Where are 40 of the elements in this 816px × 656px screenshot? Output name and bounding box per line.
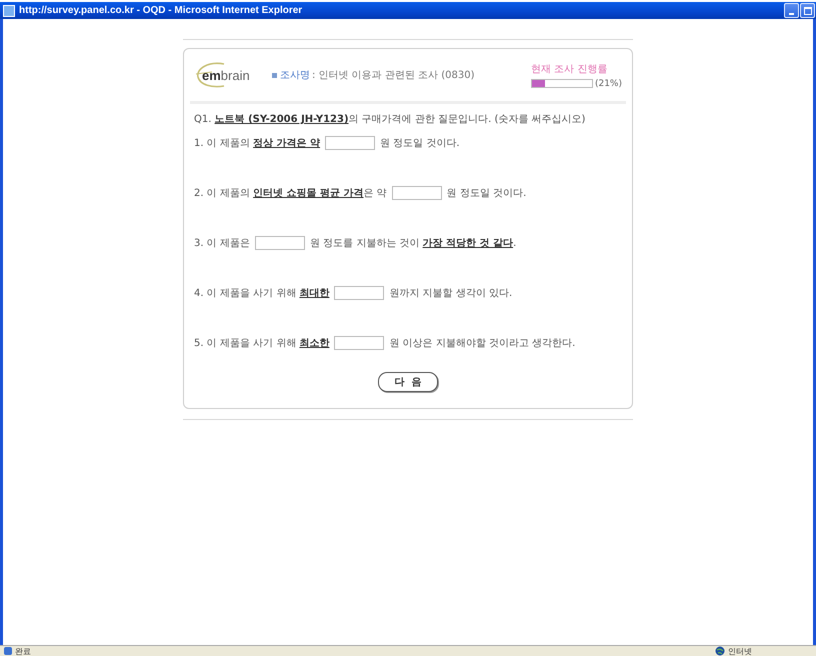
emphasis-text: 가장 적당한 것 같다: [422, 237, 514, 250]
answer-field[interactable]: [334, 336, 384, 350]
question-text: 3. 이 제품은: [194, 237, 250, 250]
maximize-button[interactable]: [800, 3, 815, 18]
bullet-icon: [272, 72, 277, 78]
question-text: 원 이상은 지불해야할 것이라고 생각한다.: [389, 337, 576, 350]
question-text: 4. 이 제품을 사기 위해: [194, 287, 298, 300]
emphasis-text: 인터넷 쇼핑몰 평균 가격: [253, 187, 364, 200]
answer-field[interactable]: [392, 186, 442, 200]
question-text: 원 정도를 지불하는 것이: [310, 237, 420, 250]
question-text: 원 정도일 것이다.: [380, 137, 460, 150]
page-icon: [3, 4, 15, 16]
question-text: .: [513, 238, 516, 248]
question-text: 의 구매가격에 관한 질문입니다. (숫자를 써주십시오): [348, 113, 586, 126]
survey-label: 조사명: [280, 69, 310, 82]
window-title: http://survey.panel.co.kr - OQD - Microsoft Internet Explorer: [19, 5, 304, 16]
question-text: 원 정도일 것이다.: [446, 187, 526, 200]
question-text: Q1.: [194, 114, 212, 124]
question-text: 2. 이 제품의: [194, 187, 251, 200]
emphasis-text: 최대한: [299, 287, 330, 300]
question-text: 1. 이 제품의: [194, 137, 251, 150]
question-text: 은 약: [364, 187, 387, 200]
progress-reading: (21%): [594, 78, 622, 88]
question-text: 5. 이 제품을 사기 위해: [194, 337, 298, 350]
progress-label: 현재 조사 진행률: [530, 62, 608, 76]
question-text: 원까지 지불할 생각이 있다.: [389, 287, 512, 300]
survey-name: : 인터넷 이용과 관련된 조사 (0830): [312, 69, 476, 82]
status-text: 완료: [15, 646, 31, 656]
next-button[interactable]: 다 음: [378, 372, 438, 392]
minimize-button[interactable]: [784, 3, 799, 18]
zone-text: 인터넷: [728, 646, 752, 656]
emphasis-text: 최소한: [299, 337, 330, 350]
emphasis-text: 정상 가격은 약: [253, 137, 320, 150]
page-icon: [4, 647, 12, 655]
answer-field[interactable]: [334, 286, 384, 300]
globe-icon: [715, 646, 725, 656]
answer-field[interactable]: [254, 236, 305, 250]
answer-field[interactable]: [325, 136, 376, 150]
logo: embrain: [194, 60, 264, 90]
product-name: 노트북 (SY-2006 JH-Y123): [214, 113, 349, 126]
